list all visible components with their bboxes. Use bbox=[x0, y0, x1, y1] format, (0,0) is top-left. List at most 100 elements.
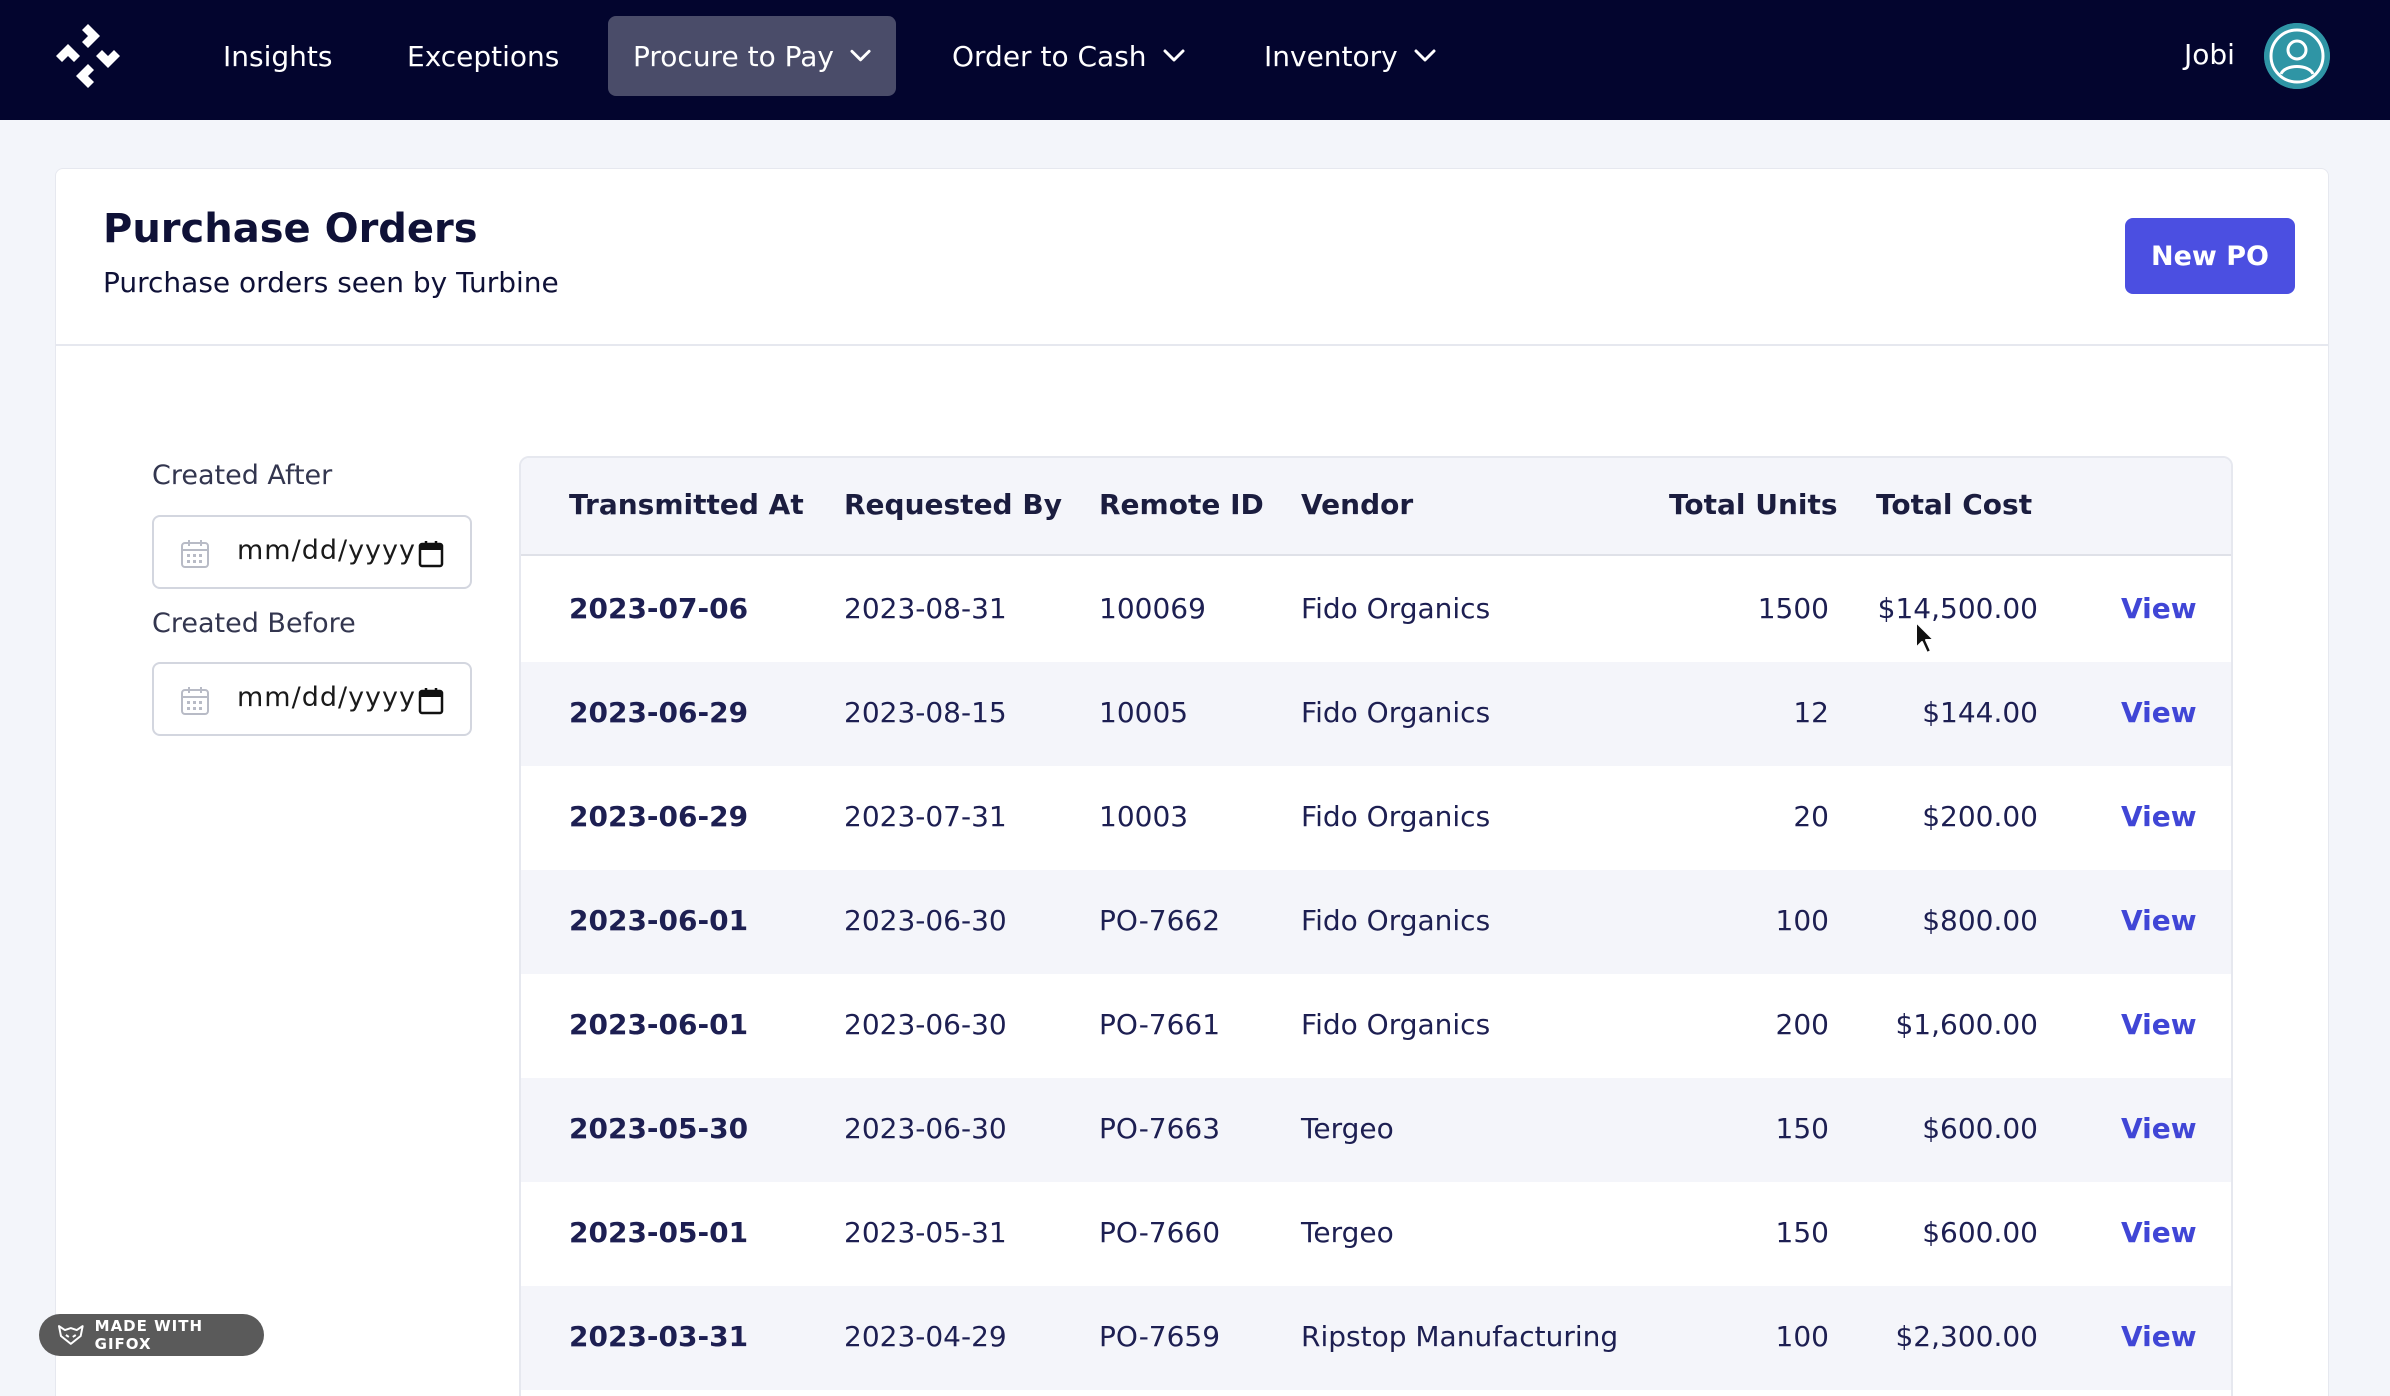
cell-transmitted-at: 2023-07-06 bbox=[569, 592, 749, 625]
table-row[interactable]: 2023-03-31 2023-04-29 PO-7659 Ripstop Manuf… bbox=[521, 1286, 2231, 1390]
cell-vendor: Fido Organics bbox=[1301, 696, 1491, 729]
cell-requested-by: 2023-08-15 bbox=[844, 696, 1007, 729]
cell-total-units: 12 bbox=[1793, 696, 1829, 729]
cell-vendor: Ripstop Manufacturing bbox=[1301, 1320, 1619, 1353]
cell-total-units: 20 bbox=[1793, 800, 1829, 833]
view-link[interactable]: View bbox=[2121, 696, 2197, 729]
cell-requested-by: 2023-05-31 bbox=[844, 1216, 1007, 1249]
table-row[interactable]: 2023-06-29 2023-07-31 10003 Fido Organics 20… bbox=[521, 766, 2231, 870]
cell-total-units: 1500 bbox=[1757, 592, 1829, 625]
view-link[interactable]: View bbox=[2121, 800, 2197, 833]
calendar-picker-icon[interactable] bbox=[418, 687, 444, 715]
view-link[interactable]: View bbox=[2121, 1008, 2197, 1041]
created-before-placeholder: mm/dd/yyyy bbox=[237, 682, 416, 713]
view-link[interactable]: View bbox=[2121, 1320, 2197, 1353]
avatar-icon[interactable] bbox=[2264, 23, 2330, 89]
cell-requested-by: 2023-07-31 bbox=[844, 800, 1007, 833]
fox-icon bbox=[57, 1325, 84, 1345]
created-after-label: Created After bbox=[152, 460, 333, 491]
calendar-icon bbox=[181, 687, 209, 715]
mouse-pointer-icon bbox=[1915, 621, 1935, 654]
nav-exceptions[interactable]: Exceptions bbox=[382, 16, 584, 96]
created-before-field[interactable]: mm/dd/yyyy bbox=[152, 662, 472, 736]
cell-total-units: 150 bbox=[1775, 1216, 1829, 1249]
cell-vendor: Fido Organics bbox=[1301, 1008, 1491, 1041]
cell-remote-id: PO-7663 bbox=[1099, 1112, 1221, 1145]
cell-requested-by: 2023-06-30 bbox=[844, 904, 1007, 937]
view-link[interactable]: View bbox=[2121, 1216, 2197, 1249]
header-transmitted-at[interactable]: Transmitted At bbox=[569, 488, 804, 521]
cell-remote-id: PO-7662 bbox=[1099, 904, 1221, 937]
cell-total-cost: $600.00 bbox=[1922, 1112, 2038, 1145]
nav-exceptions-label: Exceptions bbox=[407, 39, 560, 73]
chevron-down-icon bbox=[850, 49, 871, 62]
header-total-cost[interactable]: Total Cost bbox=[1876, 488, 2032, 521]
user-name[interactable]: Jobi bbox=[2184, 32, 2235, 78]
cell-remote-id: 10005 bbox=[1099, 696, 1189, 729]
cell-remote-id: PO-7661 bbox=[1099, 1008, 1221, 1041]
table-row[interactable]: 2023-05-01 2023-05-31 PO-7660 Tergeo 150 $600… bbox=[521, 1182, 2231, 1286]
cell-transmitted-at: 2023-06-29 bbox=[569, 696, 749, 729]
cell-total-cost: $600.00 bbox=[1922, 1216, 2038, 1249]
view-link[interactable]: View bbox=[2121, 904, 2197, 937]
cell-remote-id: PO-7659 bbox=[1099, 1320, 1221, 1353]
nav-insights-label: Insights bbox=[223, 39, 333, 73]
table-row[interactable]: 2023-06-01 2023-06-30 PO-7661 Fido Organics… bbox=[521, 974, 2231, 1078]
view-link[interactable]: View bbox=[2121, 592, 2197, 625]
view-link[interactable]: View bbox=[2121, 1112, 2197, 1145]
cell-remote-id: 10003 bbox=[1099, 800, 1189, 833]
cell-total-cost: $1,600.00 bbox=[1895, 1008, 2038, 1041]
cell-vendor: Tergeo bbox=[1301, 1112, 1394, 1145]
nav-procure-to-pay-label: Procure to Pay bbox=[633, 39, 834, 73]
cell-total-cost: $2,300.00 bbox=[1895, 1320, 2038, 1353]
created-after-field[interactable]: mm/dd/yyyy bbox=[152, 515, 472, 589]
header-remote-id[interactable]: Remote ID bbox=[1099, 488, 1264, 521]
header-requested-by[interactable]: Requested By bbox=[844, 488, 1062, 521]
table-row[interactable]: 2023-07-06 2023-08-31 100069 Fido Organics 1… bbox=[521, 558, 2231, 662]
new-po-button[interactable]: New PO bbox=[2125, 218, 2295, 294]
cell-total-cost: $14,500.00 bbox=[1877, 592, 2038, 625]
cell-remote-id: 100069 bbox=[1099, 592, 1206, 625]
header-vendor[interactable]: Vendor bbox=[1301, 488, 1413, 521]
cell-transmitted-at: 2023-06-29 bbox=[569, 800, 749, 833]
top-navbar: Insights Exceptions Procure to Pay Order… bbox=[0, 0, 2390, 120]
table-row[interactable]: 2023-06-29 2023-08-15 10005 Fido Organics 12… bbox=[521, 662, 2231, 766]
cell-total-cost: $144.00 bbox=[1922, 696, 2038, 729]
nav-inventory-label: Inventory bbox=[1264, 39, 1398, 73]
cell-total-cost: $800.00 bbox=[1922, 904, 2038, 937]
cell-vendor: Fido Organics bbox=[1301, 592, 1491, 625]
turbine-logo-icon[interactable] bbox=[52, 20, 124, 92]
calendar-picker-icon[interactable] bbox=[418, 540, 444, 568]
cell-requested-by: 2023-06-30 bbox=[844, 1112, 1007, 1145]
cell-requested-by: 2023-04-29 bbox=[844, 1320, 1007, 1353]
nav-inventory[interactable]: Inventory bbox=[1239, 16, 1461, 96]
gifox-badge: MADE WITH GIFOX bbox=[39, 1314, 264, 1356]
page-subtitle: Purchase orders seen by Turbine bbox=[103, 266, 559, 299]
nav-insights[interactable]: Insights bbox=[198, 16, 357, 96]
cell-transmitted-at: 2023-05-01 bbox=[569, 1216, 749, 1249]
table-header: Transmitted At Requested By Remote ID Ve… bbox=[521, 458, 2231, 556]
cell-vendor: Fido Organics bbox=[1301, 800, 1491, 833]
cell-total-cost: $200.00 bbox=[1922, 800, 2038, 833]
header-total-units[interactable]: Total Units bbox=[1669, 488, 1838, 521]
cell-transmitted-at: 2023-06-01 bbox=[569, 1008, 749, 1041]
cell-requested-by: 2023-06-30 bbox=[844, 1008, 1007, 1041]
cell-transmitted-at: 2023-06-01 bbox=[569, 904, 749, 937]
calendar-icon bbox=[181, 540, 209, 568]
nav-order-to-cash-label: Order to Cash bbox=[952, 39, 1147, 73]
purchase-orders-table: Transmitted At Requested By Remote ID Ve… bbox=[519, 456, 2233, 1396]
cell-total-units: 100 bbox=[1775, 904, 1829, 937]
table-row[interactable]: 2023-05-30 2023-06-30 PO-7663 Tergeo 150 $600… bbox=[521, 1078, 2231, 1182]
cell-remote-id: PO-7660 bbox=[1099, 1216, 1221, 1249]
header-divider bbox=[56, 344, 2328, 346]
cell-total-units: 200 bbox=[1775, 1008, 1829, 1041]
cell-transmitted-at: 2023-05-30 bbox=[569, 1112, 749, 1145]
nav-order-to-cash[interactable]: Order to Cash bbox=[927, 16, 1210, 96]
cell-transmitted-at: 2023-03-31 bbox=[569, 1320, 749, 1353]
created-after-placeholder: mm/dd/yyyy bbox=[237, 535, 416, 566]
page-title: Purchase Orders bbox=[103, 206, 478, 252]
chevron-down-icon bbox=[1414, 49, 1436, 62]
cell-vendor: Tergeo bbox=[1301, 1216, 1394, 1249]
table-row[interactable]: 2023-06-01 2023-06-30 PO-7662 Fido Organics… bbox=[521, 870, 2231, 974]
nav-procure-to-pay[interactable]: Procure to Pay bbox=[608, 16, 896, 96]
